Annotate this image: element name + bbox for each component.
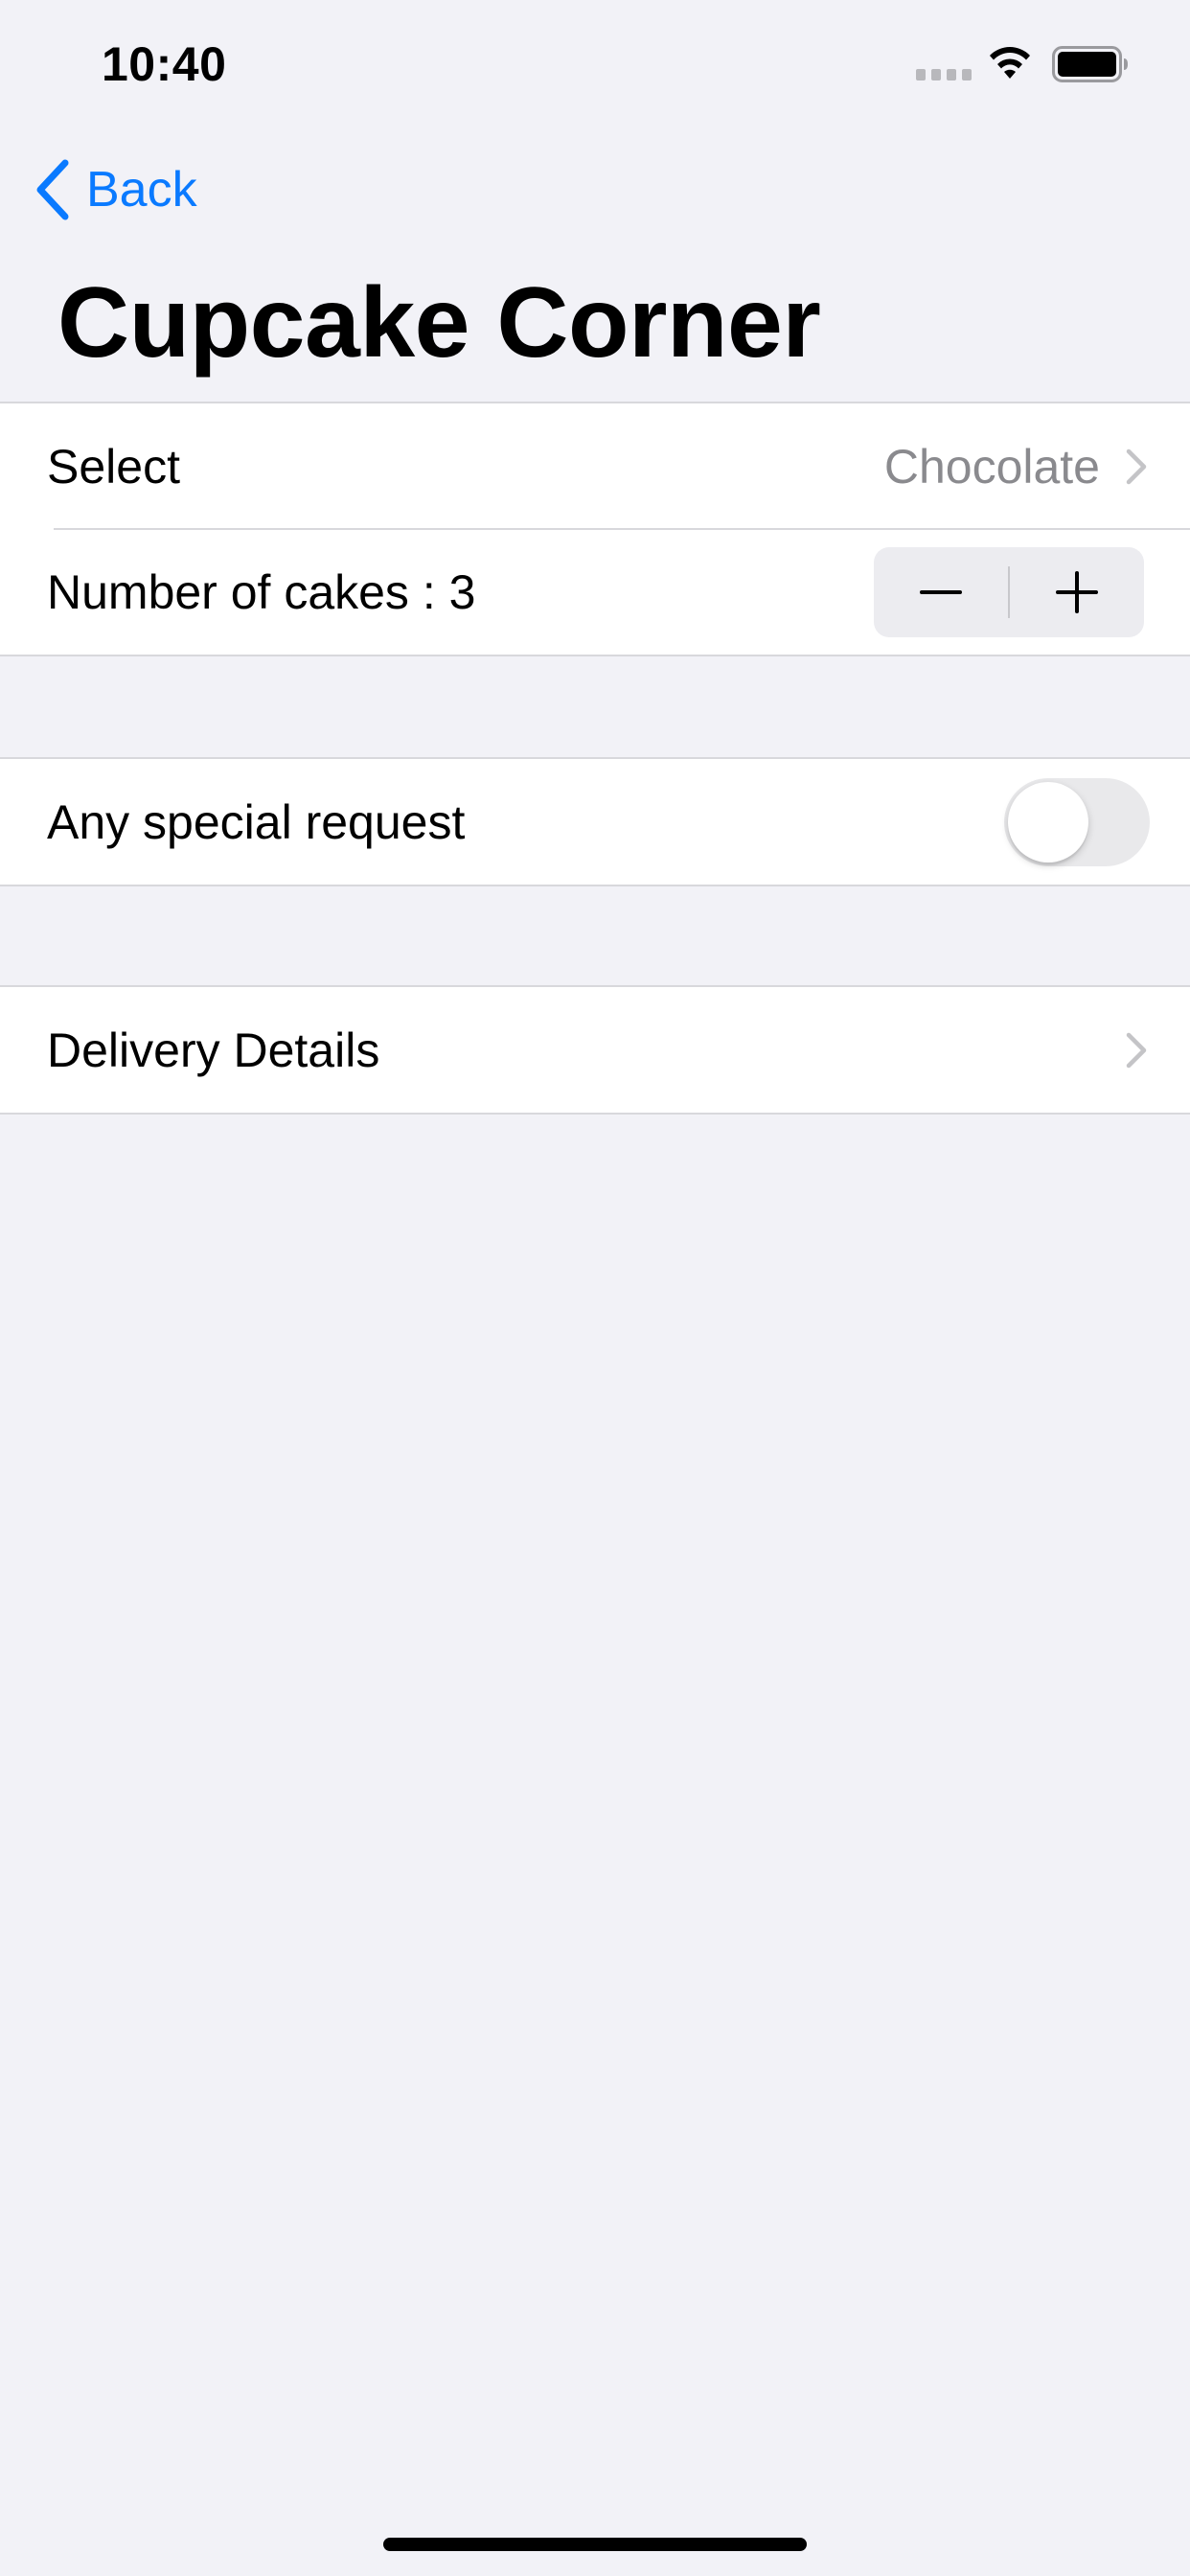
back-button[interactable]: Back	[34, 153, 197, 226]
chevron-right-icon	[1126, 1032, 1147, 1068]
back-label: Back	[86, 162, 197, 218]
toggle-knob	[1008, 781, 1088, 862]
signal-icon	[916, 69, 972, 80]
chevron-right-icon	[1126, 448, 1147, 484]
wifi-icon	[990, 47, 1030, 79]
special-request-row: Any special request	[0, 759, 1190, 885]
delivery-details-label: Delivery Details	[47, 1023, 380, 1077]
status-bar: 10:40	[0, 0, 1190, 126]
quantity-label: Number of cakes : 3	[47, 564, 476, 619]
delivery-section: Delivery Details	[0, 985, 1190, 1115]
page-title: Cupcake Corner	[57, 267, 821, 379]
special-request-toggle[interactable]	[1004, 777, 1150, 866]
flavor-picker-value: Chocolate	[883, 439, 1100, 494]
plus-icon	[1056, 570, 1098, 613]
minus-icon	[920, 589, 962, 594]
delivery-details-row[interactable]: Delivery Details	[0, 987, 1190, 1113]
chevron-left-icon	[36, 159, 69, 220]
battery-icon	[1052, 46, 1128, 82]
special-request-section: Any special request	[0, 757, 1190, 886]
special-request-label: Any special request	[47, 794, 466, 849]
quantity-row: Number of cakes : 3	[0, 528, 1190, 655]
flavor-picker-row[interactable]: Select Chocolate	[0, 403, 1190, 529]
home-indicator	[383, 2538, 807, 2551]
status-time: 10:40	[102, 37, 227, 91]
flavor-picker-label: Select	[47, 439, 180, 494]
quantity-stepper	[874, 546, 1144, 637]
order-section: Select Chocolate Number of cakes : 3	[0, 402, 1190, 656]
decrement-button[interactable]	[874, 547, 1008, 637]
increment-button[interactable]	[1010, 547, 1144, 637]
